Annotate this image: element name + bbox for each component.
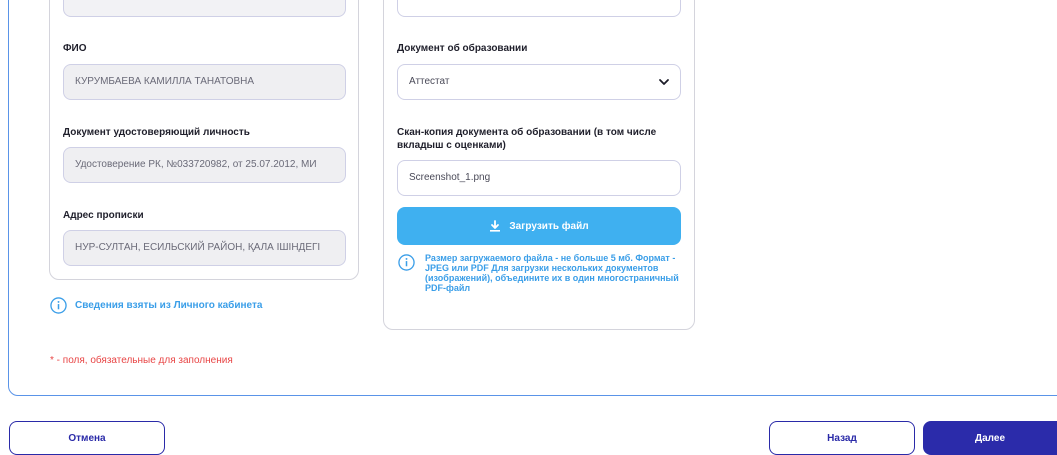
fio-label: ФИО (63, 43, 87, 54)
back-button[interactable]: Назад (769, 421, 915, 455)
edu-doc-label: Документ об образовании (397, 43, 528, 54)
info-icon (50, 297, 67, 314)
next-button[interactable]: Далее (923, 421, 1057, 455)
cancel-button[interactable]: Отмена (9, 421, 165, 455)
required-fields-note: * - поля, обязательные для заполнения (50, 355, 233, 366)
scan-file-field[interactable]: Screenshot_1.png (397, 160, 681, 196)
upload-icon (490, 220, 501, 232)
address-field: НУР-СУЛТАН, ЕСИЛЬСКИЙ РАЙОН, ҚАЛА ІШІНДЕ… (63, 230, 346, 266)
chevron-down-icon (659, 79, 669, 85)
edu-doc-select[interactable]: Аттестат (397, 64, 681, 100)
fio-field: КУРУМБАЕВА КАМИЛЛА ТАНАТОВНА (63, 64, 346, 100)
source-note: Сведения взяты из Личного кабинета (75, 300, 263, 311)
edu-doc-selected: Аттестат (409, 76, 450, 87)
id-doc-label: Документ удостоверяющий личность (63, 127, 250, 138)
top-field-partial (63, 0, 346, 17)
top-field-partial-right (397, 0, 681, 17)
upload-file-label: Загрузить файл (509, 220, 589, 232)
address-label: Адрес прописки (63, 210, 144, 221)
info-icon (398, 254, 415, 271)
personal-data-card: ФИО КУРУМБАЕВА КАМИЛЛА ТАНАТОВНА Докумен… (49, 0, 359, 280)
id-doc-field: Удостоверение РК, №033720982, от 25.07.2… (63, 147, 346, 183)
scan-label: Скан-копия документа об образовании (в т… (397, 127, 657, 151)
upload-note: Размер загружаемого файла - не больше 5 … (425, 253, 679, 293)
education-card: Документ об образовании Аттестат Скан-ко… (383, 0, 695, 330)
upload-file-button[interactable]: Загрузить файл (397, 207, 681, 245)
